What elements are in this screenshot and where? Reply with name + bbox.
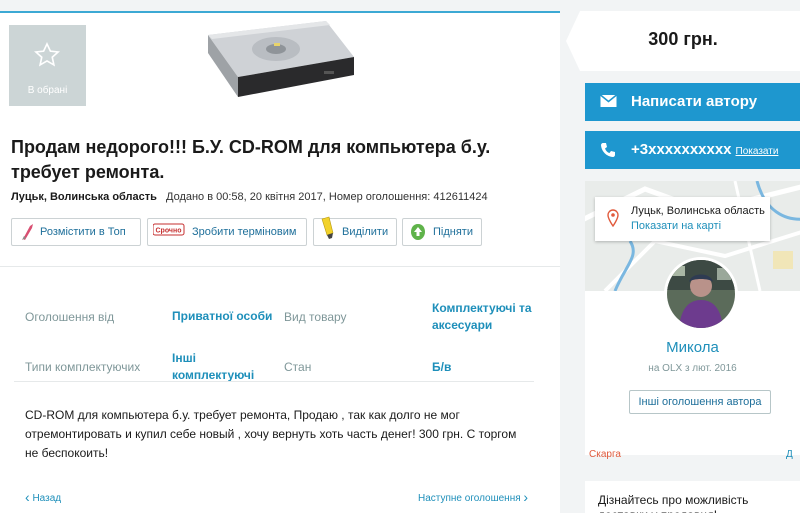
phone-icon bbox=[601, 143, 615, 157]
user-card: Луцьк, Волинська область Показати на кар… bbox=[585, 181, 800, 455]
delivery-promo-text: Дізнайтесь про можливість доставки у про… bbox=[598, 493, 749, 513]
avatar[interactable] bbox=[664, 257, 738, 331]
highlight-button[interactable]: Виділити bbox=[313, 216, 397, 246]
favorite-label: В обрані bbox=[27, 85, 68, 96]
other-ads-button[interactable]: Інші оголошення автора bbox=[629, 390, 771, 414]
user-name[interactable]: Микола bbox=[585, 339, 800, 356]
chevron-left-icon: ‹ bbox=[25, 489, 30, 505]
detail-value-offer-from[interactable]: Приватної особи bbox=[172, 308, 272, 325]
envelope-icon bbox=[600, 94, 617, 107]
detail-value-component-type[interactable]: Інші комплектуючі bbox=[172, 350, 267, 384]
secondary-link[interactable]: Д bbox=[786, 449, 793, 460]
phone-button[interactable]: +3xxxxxxxxxx Показати bbox=[585, 131, 800, 169]
rocket-icon bbox=[22, 224, 33, 240]
detail-label-product-type: Вид товару bbox=[284, 310, 347, 324]
up-arrow-icon bbox=[411, 224, 425, 240]
svg-text:Срочно: Срочно bbox=[155, 228, 181, 235]
map-pin-icon bbox=[607, 209, 619, 227]
write-author-label: Написати автору bbox=[631, 93, 758, 110]
user-since: на OLX з лют. 2016 bbox=[648, 363, 737, 374]
price-box: 300 грн. bbox=[566, 11, 800, 71]
ad-title: Продам недорого!!! Б.У. CD-ROM для компь… bbox=[11, 137, 491, 182]
price: 300 грн. bbox=[648, 29, 718, 49]
detail-label-offer-from: Оголошення від bbox=[25, 310, 115, 324]
ad-card: В обрані Продам недорого!!! Б.У. CD-ROM … bbox=[0, 11, 560, 513]
highlighter-icon bbox=[321, 216, 334, 239]
delivery-promo: Дізнайтесь про можливість доставки у про… bbox=[585, 481, 800, 513]
ad-city[interactable]: Луцьк, Волинська область bbox=[11, 191, 157, 203]
raise-button[interactable]: Підняти bbox=[402, 218, 482, 246]
back-link[interactable]: ‹ Назад bbox=[25, 489, 61, 505]
detail-value-condition[interactable]: Б/в bbox=[432, 359, 451, 376]
star-icon bbox=[34, 41, 60, 67]
divider bbox=[0, 266, 560, 267]
chevron-right-icon: › bbox=[523, 489, 529, 505]
location-popup: Луцьк, Волинська область Показати на кар… bbox=[595, 197, 770, 241]
ad-description: CD-ROM для компьютера б.у. требует ремон… bbox=[25, 408, 517, 460]
complain-link[interactable]: Скарга bbox=[589, 449, 621, 460]
phone-number: +3xxxxxxxxxx bbox=[631, 141, 732, 158]
location-city: Луцьк, Волинська область bbox=[631, 205, 765, 217]
price-notch bbox=[566, 11, 580, 71]
product-photo[interactable] bbox=[204, 13, 356, 101]
detail-label-component-type: Типи комплектуючих bbox=[25, 360, 141, 374]
urgent-tag-icon: Срочно bbox=[153, 223, 185, 236]
favorite-button[interactable]: В обрані bbox=[9, 25, 86, 106]
promote-top-button[interactable]: Розмістити в Топ bbox=[11, 218, 141, 246]
write-author-button[interactable]: Написати автору bbox=[585, 83, 800, 121]
divider bbox=[14, 381, 534, 382]
ad-date-number: Додано в 00:58, 20 квітня 2017, Номер ог… bbox=[166, 191, 488, 203]
user-photo bbox=[667, 260, 735, 328]
ad-meta: Луцьк, Волинська область Додано в 00:58,… bbox=[11, 191, 488, 203]
detail-value-product-type[interactable]: Комплектуючі та аксесуари bbox=[432, 300, 542, 334]
show-on-map-link[interactable]: Показати на карті bbox=[631, 220, 721, 232]
next-ad-link[interactable]: Наступне оголошення › bbox=[418, 489, 528, 505]
detail-label-condition: Стан bbox=[284, 360, 312, 374]
make-urgent-button[interactable]: Срочно Зробити терміновим bbox=[147, 218, 307, 246]
show-phone-link[interactable]: Показати bbox=[736, 146, 779, 157]
